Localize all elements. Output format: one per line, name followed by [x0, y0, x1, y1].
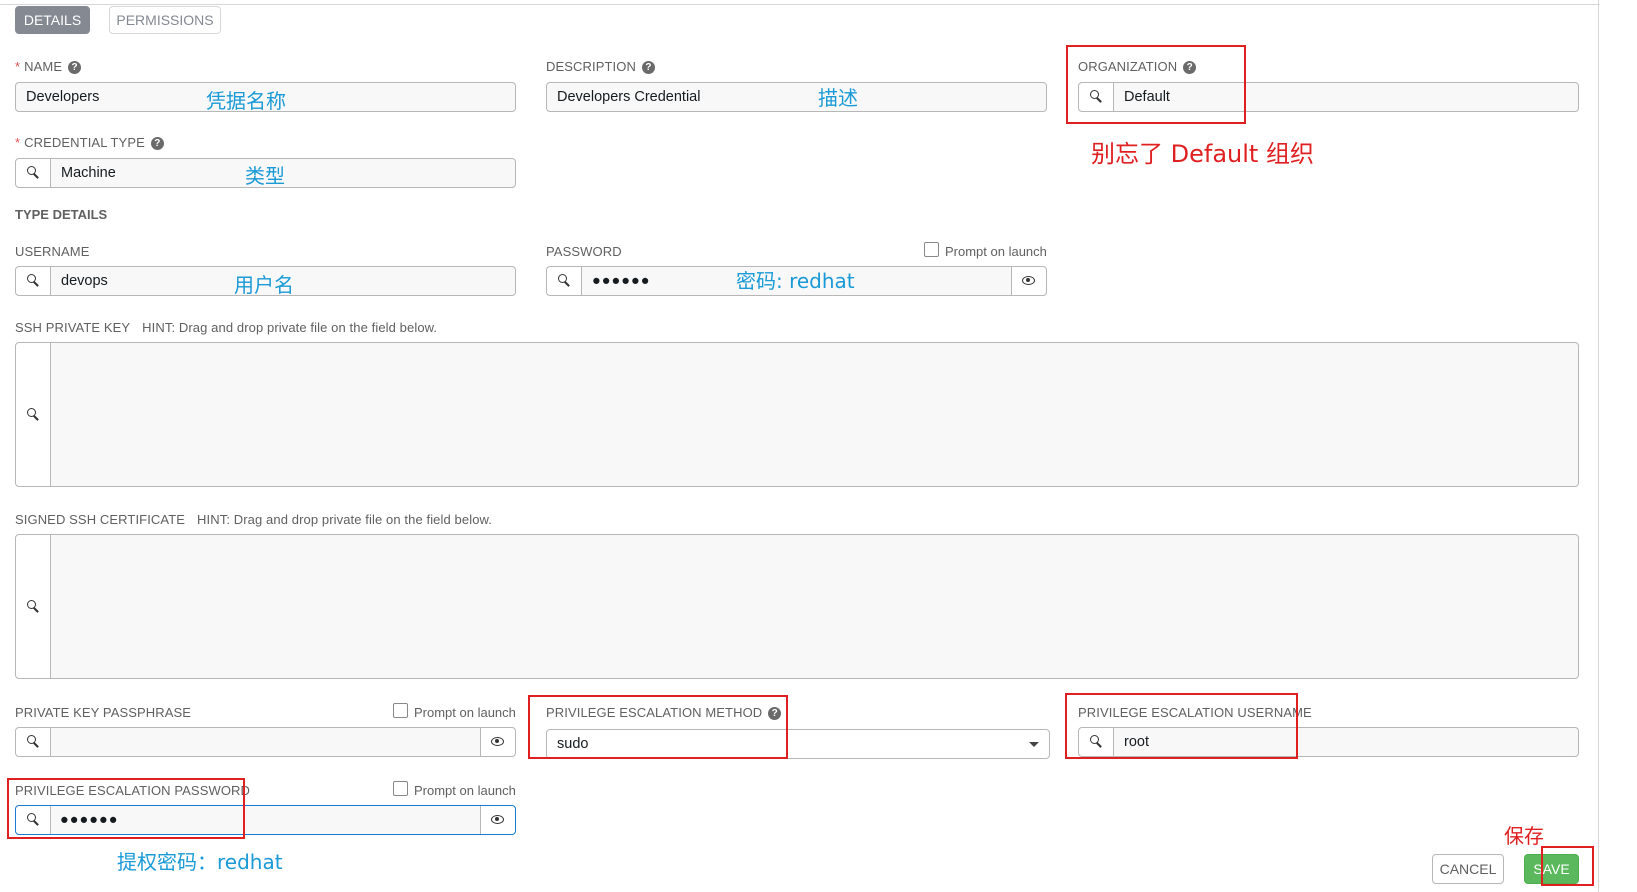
highlight-box-escalation-method [528, 695, 788, 759]
annotation-organization: 别忘了 Default 组织 [1091, 140, 1314, 168]
highlight-box-organization [1066, 45, 1246, 124]
password-search-button[interactable] [547, 267, 582, 295]
required-mark: * [15, 135, 21, 150]
highlight-box-escalation-password [7, 778, 245, 839]
prompt-label: Prompt on launch [414, 783, 516, 798]
tab-permissions[interactable]: PERMISSIONS [109, 6, 221, 34]
ssh-private-key-hint: HINT: Drag and drop private file on the … [142, 320, 438, 335]
passphrase-show-button[interactable] [480, 728, 515, 756]
search-icon [27, 407, 36, 417]
name-label-text: NAME [24, 59, 63, 74]
credential-type-search-button[interactable] [16, 159, 51, 187]
credential-type-label-text: CREDENTIAL TYPE [24, 135, 145, 150]
ssh-private-key-textarea[interactable] [15, 342, 1579, 487]
prompt-label: Prompt on launch [945, 244, 1047, 259]
username-search-button[interactable] [16, 267, 51, 295]
annotation-type: 类型 [245, 164, 285, 188]
help-icon[interactable]: ? [68, 61, 82, 74]
description-input[interactable]: Developers Credential [546, 82, 1047, 112]
ssh-private-key-label: SSH PRIVATE KEY HINT: Drag and drop priva… [15, 320, 437, 335]
description-label-text: DESCRIPTION [546, 59, 636, 74]
become-password-show-button[interactable] [480, 806, 515, 834]
search-icon [558, 274, 567, 283]
become-password-prompt-on-launch[interactable]: Prompt on launch [393, 781, 516, 798]
checkbox[interactable] [393, 703, 408, 718]
signed-ssh-certificate-label-text: SIGNED SSH CERTIFICATE [15, 512, 186, 527]
name-label: * NAME? [15, 59, 82, 74]
signed-ssh-certificate-textarea[interactable] [15, 534, 1579, 679]
signed-ssh-certificate-label: SIGNED SSH CERTIFICATE HINT: Drag and dro… [15, 512, 492, 527]
credential-type-value: Machine [61, 165, 116, 181]
private-key-passphrase-label: PRIVATE KEY PASSPHRASE [15, 705, 192, 720]
ssh-private-key-search-button[interactable] [16, 343, 51, 486]
right-divider [1598, 0, 1599, 892]
annotation-save: 保存 [1504, 824, 1544, 848]
highlight-box-save [1541, 846, 1594, 886]
password-show-button[interactable] [1011, 267, 1046, 295]
top-divider [0, 4, 1600, 5]
type-details-title: TYPE DETAILS [15, 207, 108, 222]
search-icon [27, 274, 36, 283]
annotation-description: 描述 [818, 86, 858, 110]
password-value: ●●●●●● [592, 273, 651, 289]
private-key-passphrase-input[interactable] [15, 727, 516, 757]
annotation-become-password: 提权密码：redhat [117, 850, 283, 874]
search-icon [27, 599, 36, 609]
checkbox[interactable] [924, 242, 939, 257]
eye-icon [1022, 276, 1035, 285]
password-label: PASSWORD [546, 244, 622, 259]
passphrase-prompt-on-launch[interactable]: Prompt on launch [393, 703, 516, 720]
passphrase-search-button[interactable] [16, 728, 51, 756]
username-value: devops [61, 273, 108, 289]
checkbox[interactable] [393, 781, 408, 796]
annotation-password: 密码: redhat [736, 269, 855, 293]
eye-icon [491, 815, 504, 824]
password-prompt-on-launch[interactable]: Prompt on launch [924, 242, 1047, 259]
credential-type-label: * CREDENTIAL TYPE? [15, 135, 164, 150]
annotation-username: 用户名 [234, 273, 294, 297]
ssh-private-key-label-text: SSH PRIVATE KEY [15, 320, 131, 335]
required-mark: * [15, 59, 21, 74]
cancel-button[interactable]: CANCEL [1432, 854, 1504, 884]
signed-ssh-certificate-search-button[interactable] [16, 535, 51, 678]
help-icon[interactable]: ? [150, 137, 164, 150]
chevron-down-icon [1029, 742, 1039, 747]
description-label: DESCRIPTION? [546, 59, 655, 74]
search-icon [27, 166, 36, 175]
help-icon[interactable]: ? [641, 61, 655, 74]
signed-ssh-certificate-hint: HINT: Drag and drop private file on the … [197, 512, 493, 527]
annotation-name: 凭据名称 [206, 89, 286, 113]
username-label: USERNAME [15, 244, 90, 259]
tab-details[interactable]: DETAILS [15, 6, 90, 34]
eye-icon [491, 737, 504, 746]
search-icon [27, 735, 36, 744]
highlight-box-escalation-username [1065, 693, 1298, 759]
prompt-label: Prompt on launch [414, 705, 516, 720]
